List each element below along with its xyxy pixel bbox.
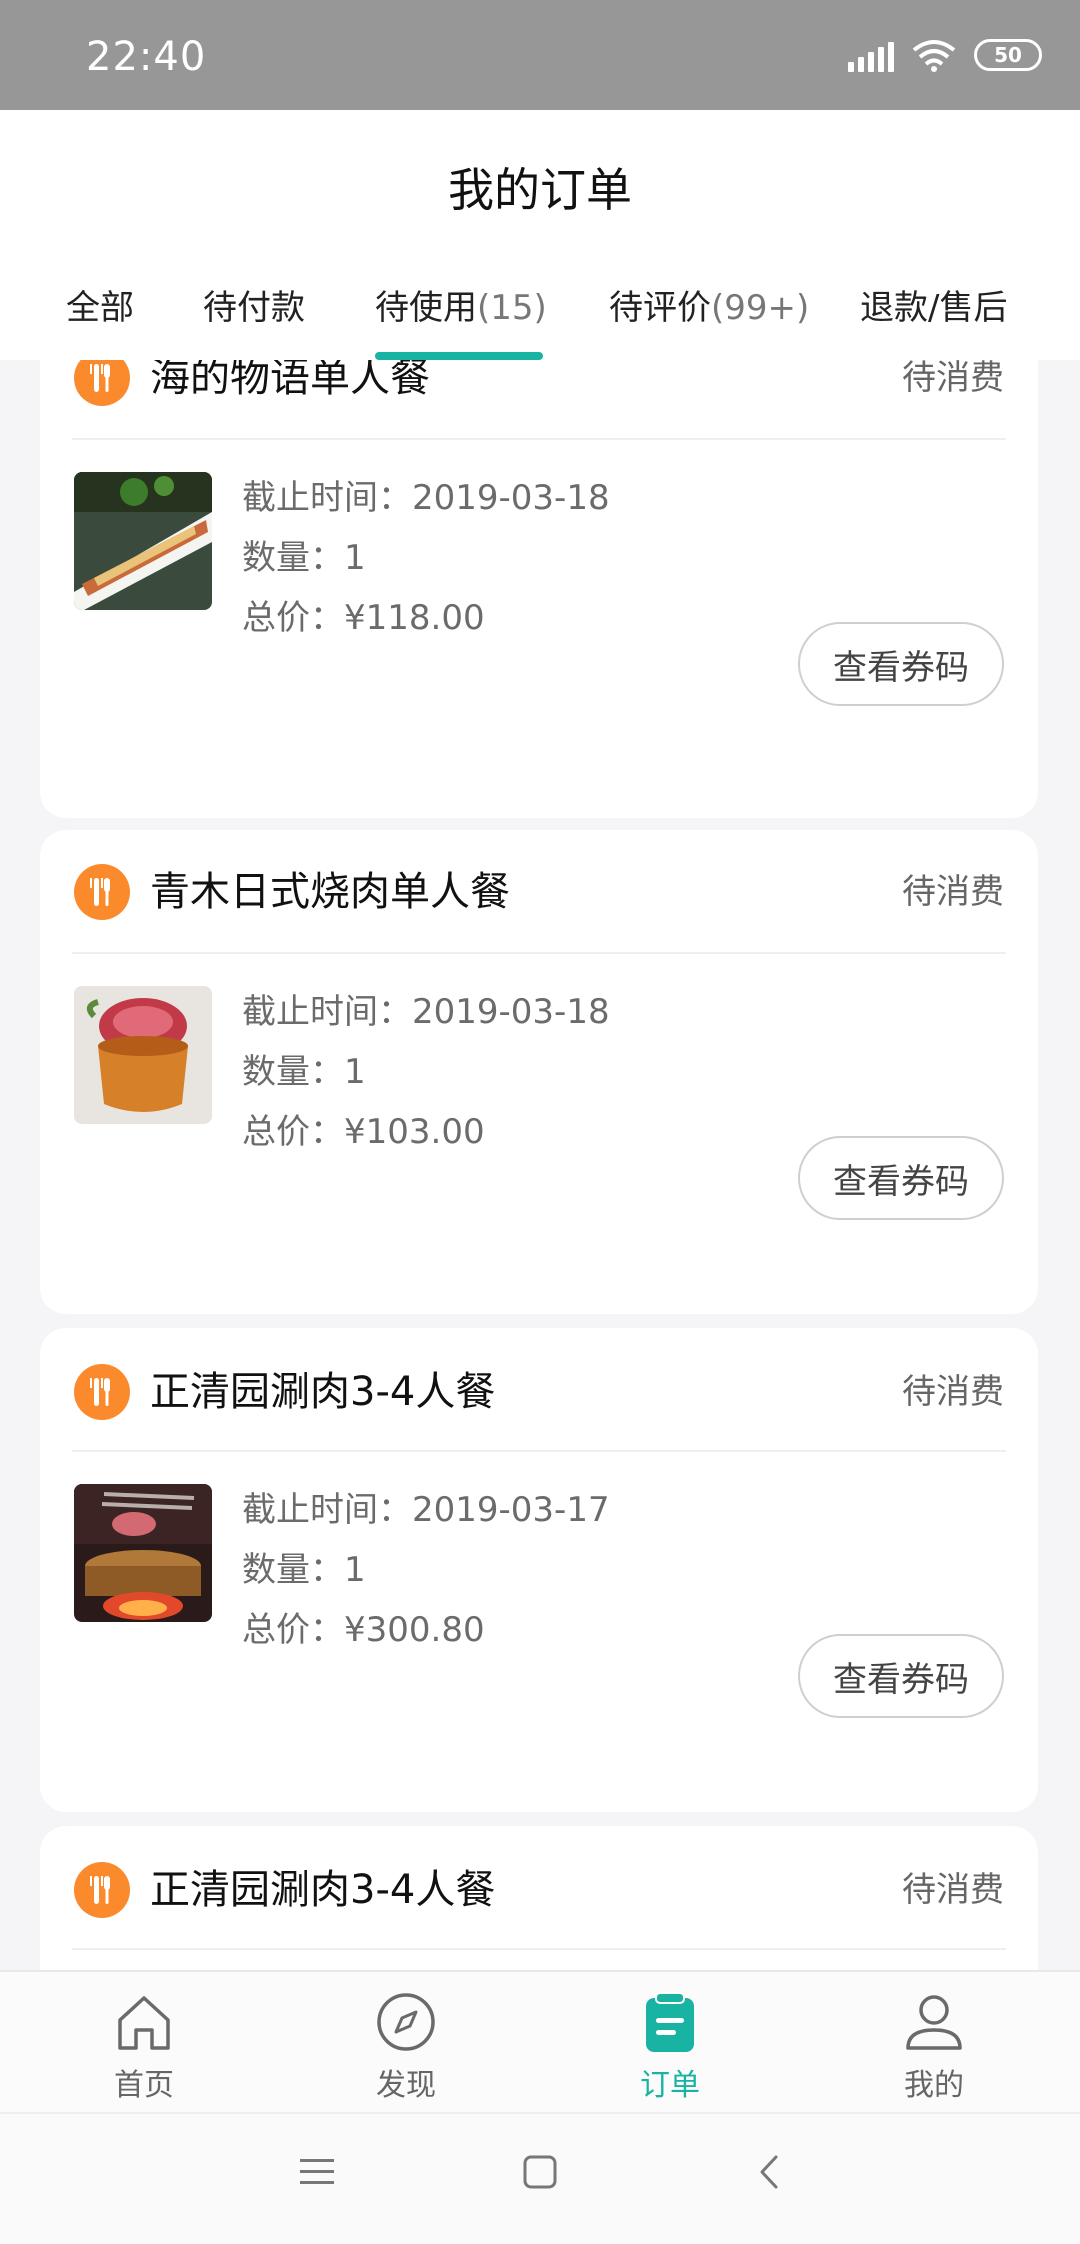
tab-to-use[interactable]: 待使用(15): [375, 280, 547, 329]
wifi-icon: [912, 40, 956, 72]
divider: [72, 1450, 1006, 1452]
quantity-text: 数量：1: [242, 538, 366, 578]
tab-label: 退款/售后: [860, 288, 1008, 328]
order-card-header: 正清园涮肉3-4人餐 待消费: [40, 1854, 1038, 1952]
home-icon: [118, 1996, 170, 2050]
total-price-text: 总价：¥118.00: [242, 598, 485, 638]
view-voucher-button[interactable]: 查看券码: [798, 1136, 1004, 1220]
nav-home[interactable]: 首页: [44, 1972, 244, 2114]
nav-label: 首页: [114, 2068, 174, 2103]
tab-refund[interactable]: 退款/售后: [860, 280, 1007, 329]
view-voucher-button[interactable]: 查看券码: [798, 622, 1004, 706]
nav-orders[interactable]: 订单: [570, 1972, 770, 2114]
tab-label: 待付款: [203, 288, 305, 328]
order-card-header: 海的物语单人餐 待消费: [40, 360, 1038, 440]
order-list: 海的物语单人餐 待消费 截止时间：2019-03-18 数量：1 总价：¥118…: [0, 360, 1080, 1970]
status-time: 22:40: [86, 34, 207, 80]
tab-label: 待使用: [375, 288, 477, 328]
order-status: 待消费: [902, 872, 1004, 912]
header: 我的订单 全部 待付款 待使用(15) 待评价(99+) 退款/售后: [0, 110, 1080, 360]
order-card[interactable]: 正清园涮肉3-4人餐 待消费: [40, 1826, 1038, 1970]
utensils-icon: [74, 1364, 130, 1420]
clipboard-icon: [646, 1992, 694, 2052]
food-thumbnail[interactable]: [74, 1484, 212, 1622]
tab-count: (99+): [711, 288, 810, 328]
nav-me[interactable]: 我的: [834, 1972, 1034, 2114]
user-icon: [906, 1995, 962, 2050]
quantity-text: 数量：1: [242, 1052, 366, 1092]
total-price-text: 总价：¥300.80: [242, 1610, 485, 1650]
order-card[interactable]: 青木日式烧肉单人餐 待消费 截止时间：2019-03-18 数量：1 总价：¥1…: [40, 830, 1038, 1314]
food-thumbnail[interactable]: [74, 986, 212, 1124]
divider: [72, 952, 1006, 954]
deadline-text: 截止时间：2019-03-18: [242, 992, 610, 1032]
shop-name: 正清园涮肉3-4人餐: [150, 1369, 496, 1415]
page-title: 我的订单: [448, 163, 632, 217]
order-tabs: 全部 待付款 待使用(15) 待评价(99+) 退款/售后: [0, 280, 1080, 360]
order-info: 截止时间：2019-03-17 数量：1 总价：¥300.80: [242, 1480, 610, 1660]
divider: [72, 438, 1006, 440]
tab-label: 待评价: [609, 288, 711, 328]
divider: [72, 1948, 1006, 1950]
order-card[interactable]: 海的物语单人餐 待消费 截止时间：2019-03-18 数量：1 总价：¥118…: [40, 360, 1038, 818]
order-card-header: 正清园涮肉3-4人餐 待消费: [40, 1356, 1038, 1454]
active-tab-indicator: [375, 352, 543, 360]
shop-name: 海的物语单人餐: [150, 360, 430, 401]
total-price-text: 总价：¥103.00: [242, 1112, 485, 1152]
quantity-text: 数量：1: [242, 1550, 366, 1590]
nav-discover[interactable]: 发现: [306, 1972, 506, 2114]
order-card-header: 青木日式烧肉单人餐 待消费: [40, 856, 1038, 954]
back-icon[interactable]: [752, 2154, 788, 2190]
tab-to-review[interactable]: 待评价(99+): [609, 280, 809, 329]
bottom-nav: 首页 发现 订单 我的: [0, 1970, 1080, 2112]
system-nav-bar: [0, 2112, 1080, 2244]
tab-count: (15): [477, 288, 547, 328]
shop-name: 青木日式烧肉单人餐: [150, 869, 510, 915]
tab-label: 全部: [66, 288, 134, 328]
order-info: 截止时间：2019-03-18 数量：1 总价：¥103.00: [242, 982, 610, 1162]
utensils-icon: [74, 864, 130, 920]
utensils-icon: [74, 1862, 130, 1918]
shop-name: 正清园涮肉3-4人餐: [150, 1867, 496, 1913]
compass-icon: [377, 1993, 435, 2051]
home-square-icon[interactable]: [522, 2154, 558, 2190]
order-status: 待消费: [902, 1870, 1004, 1910]
deadline-text: 截止时间：2019-03-18: [242, 478, 610, 518]
nav-label: 我的: [904, 2068, 964, 2103]
signal-icon: [848, 38, 894, 72]
order-status: 待消费: [902, 1372, 1004, 1412]
tab-pending-payment[interactable]: 待付款: [203, 280, 305, 329]
order-status: 待消费: [902, 360, 1004, 398]
view-voucher-button[interactable]: 查看券码: [798, 1634, 1004, 1718]
food-thumbnail[interactable]: [74, 472, 212, 610]
status-icons: 50: [848, 38, 1042, 72]
tab-all[interactable]: 全部: [66, 280, 134, 329]
nav-label: 订单: [640, 2068, 700, 2103]
menu-icon[interactable]: [298, 2154, 336, 2190]
battery-icon: 50: [974, 39, 1042, 71]
deadline-text: 截止时间：2019-03-17: [242, 1490, 610, 1530]
status-bar: 22:40 50: [0, 0, 1080, 110]
nav-label: 发现: [376, 2068, 436, 2103]
utensils-icon: [74, 360, 130, 406]
order-info: 截止时间：2019-03-18 数量：1 总价：¥118.00: [242, 468, 610, 648]
order-card[interactable]: 正清园涮肉3-4人餐 待消费 截止时间：2019-03-17 数量：1 总价：¥…: [40, 1328, 1038, 1812]
